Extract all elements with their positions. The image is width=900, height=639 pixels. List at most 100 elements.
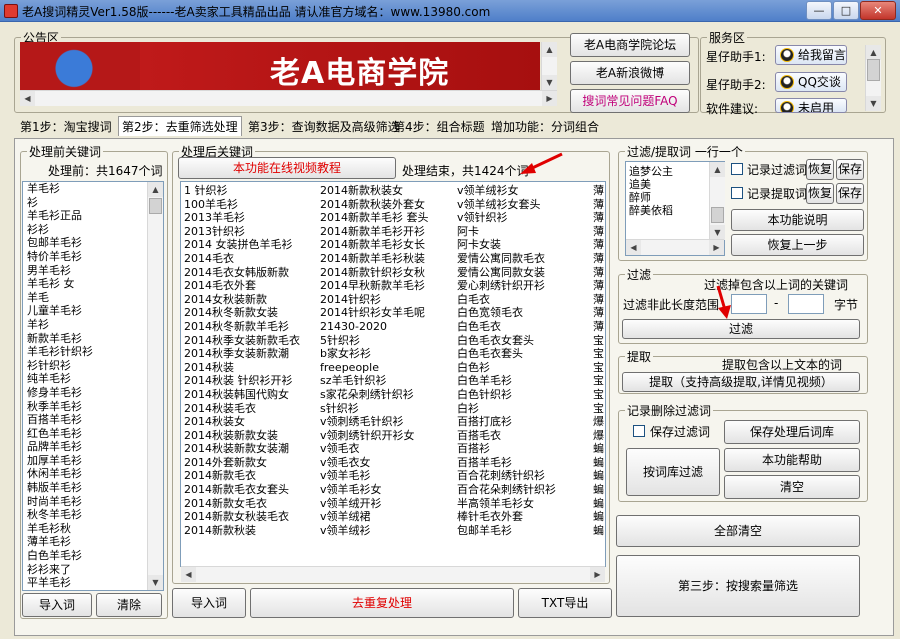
list-item[interactable]: 羊毛 xyxy=(25,291,163,305)
list-item[interactable]: 蝙 xyxy=(593,442,604,456)
list-item[interactable]: 白毛衣 xyxy=(457,293,556,307)
list-item[interactable]: 时尚羊毛衫 xyxy=(25,495,163,509)
list-item[interactable]: 2014秋装女 xyxy=(184,415,300,429)
list-item[interactable]: v领羊绒衫女 xyxy=(457,184,556,198)
list-item[interactable]: 2014新款羊毛衫 套头 xyxy=(320,211,429,225)
list-item[interactable]: 包邮羊毛衫 xyxy=(25,236,163,250)
banner[interactable]: 老A电商学院 xyxy=(20,42,540,90)
list-item[interactable]: 百搭羊毛衫 xyxy=(457,456,556,470)
list-item[interactable]: v领毛衣女 xyxy=(320,456,429,470)
list-item[interactable]: 衫衫来了 xyxy=(25,563,163,577)
maximize-button[interactable]: □ xyxy=(833,1,859,20)
scroll-up-icon[interactable]: ▲ xyxy=(148,182,163,197)
list-item[interactable]: 5针织衫 xyxy=(320,334,429,348)
list-item[interactable]: 2014女秋装新款 xyxy=(184,293,300,307)
list-item[interactable]: 爱情公寓同款毛衣 xyxy=(457,252,556,266)
weibo-button[interactable]: 老A新浪微博 xyxy=(570,61,690,85)
record-help-button[interactable]: 本功能帮助 xyxy=(724,448,860,472)
tab-segmentation[interactable]: 增加功能：分词组合 xyxy=(491,118,599,135)
scroll-up-icon[interactable]: ▲ xyxy=(710,162,725,177)
list-item[interactable]: 休闲羊毛衫 xyxy=(25,467,163,481)
before-scrollbar[interactable]: ▲ ▼ xyxy=(147,182,163,590)
after-list[interactable]: 1 针织衫 100羊毛衫 2013羊毛衫 2013针织衫 2014 女装拼色羊毛衫 201… xyxy=(180,181,606,567)
filter-words-scrollbar[interactable]: ▲ ▼ xyxy=(709,162,725,240)
scroll-thumb[interactable] xyxy=(867,59,880,81)
list-item[interactable]: v领羊绒衫 xyxy=(320,524,429,538)
filter-words-hscrollbar[interactable]: ◀ ▶ xyxy=(626,239,724,255)
list-item[interactable]: v领刺绣毛针织衫 xyxy=(320,415,429,429)
list-item[interactable]: 2014秋装韩国代购女 xyxy=(184,388,300,402)
scroll-thumb[interactable] xyxy=(711,207,724,223)
list-item[interactable]: 2014针织衫 xyxy=(320,293,429,307)
list-item[interactable]: 秋季羊毛衫 xyxy=(25,400,163,414)
list-item[interactable]: 21430-2020 xyxy=(320,320,429,334)
save-extract-button[interactable]: 保存 xyxy=(836,183,864,204)
list-item[interactable]: 白色毛衣女套头 xyxy=(457,334,556,348)
list-item[interactable]: 男羊毛衫 xyxy=(25,264,163,278)
list-item[interactable]: 薄 xyxy=(593,238,604,252)
scroll-left-icon[interactable]: ◀ xyxy=(20,91,35,106)
list-item[interactable]: 半高领羊毛衫女 xyxy=(457,497,556,511)
scroll-right-icon[interactable]: ▶ xyxy=(709,240,724,255)
list-item[interactable]: 2014秋装 针织衫开衫 xyxy=(184,374,300,388)
list-item[interactable]: 棒针毛衣外套 xyxy=(457,510,556,524)
list-item[interactable]: sz羊毛针织衫 xyxy=(320,374,429,388)
list-item[interactable]: 羊毛衫 xyxy=(25,182,163,196)
list-item[interactable]: v领针织衫 xyxy=(457,211,556,225)
list-item[interactable]: 2013针织衫 xyxy=(184,225,300,239)
list-item[interactable]: 2014新款毛衣女套头 xyxy=(184,483,300,497)
after-hscrollbar[interactable]: ◀ ▶ xyxy=(181,566,605,582)
undo-button[interactable]: 恢复上一步 xyxy=(731,234,864,256)
list-item[interactable]: 薄 xyxy=(593,266,604,280)
list-item[interactable]: 纯羊毛衫 xyxy=(25,372,163,386)
list-item[interactable]: 羊衫 xyxy=(25,318,163,332)
list-item[interactable]: 韩版羊毛衫 xyxy=(25,481,163,495)
list-item[interactable]: 修身羊毛衫 xyxy=(25,386,163,400)
scroll-left-icon[interactable]: ◀ xyxy=(626,240,641,255)
list-item[interactable]: 加厚羊毛衫 xyxy=(25,454,163,468)
list-item[interactable]: v领羊绒裙 xyxy=(320,510,429,524)
clear-all-button[interactable]: 全部清空 xyxy=(616,515,860,547)
list-item[interactable]: v领毛衣 xyxy=(320,442,429,456)
list-item[interactable]: 羊毛衫针织衫 xyxy=(25,345,163,359)
save-filter-button[interactable]: 保存 xyxy=(836,159,864,180)
list-item[interactable]: 白色毛衣套头 xyxy=(457,347,556,361)
list-item[interactable]: 宝 xyxy=(593,334,604,348)
scroll-up-icon[interactable]: ▲ xyxy=(866,45,881,60)
list-item[interactable]: 百搭衫 xyxy=(457,442,556,456)
list-item[interactable]: 2014新款秋装外套女 xyxy=(320,198,429,212)
min-length-input[interactable] xyxy=(731,294,767,314)
list-item[interactable]: 白色羊毛衫 xyxy=(457,374,556,388)
list-item[interactable]: 2014新款毛衣 xyxy=(184,469,300,483)
restore-filter-button[interactable]: 恢复 xyxy=(806,159,834,180)
list-item[interactable]: 新款羊毛衫 xyxy=(25,332,163,346)
before-list[interactable]: 羊毛衫衫羊毛衫正品 衫衫 包邮羊毛衫 特价羊毛衫 男羊毛衫 羊毛衫 女羊毛 儿童羊毛衫 羊衫新… xyxy=(22,181,164,591)
step3-button[interactable]: 第三步：按搜索量筛选 xyxy=(616,555,860,617)
leave-message-button[interactable]: 给我留言 xyxy=(775,45,847,65)
list-item[interactable]: 薄羊毛衫 xyxy=(25,535,163,549)
list-item[interactable]: 爱心刺绣针织开衫 xyxy=(457,279,556,293)
list-item[interactable]: 2014外套新款女 xyxy=(184,456,300,470)
before-import-button[interactable]: 导入词 xyxy=(22,593,92,617)
list-item[interactable]: 爱情公寓同款女装 xyxy=(457,266,556,280)
list-item[interactable]: s针织衫 xyxy=(320,402,429,416)
list-item[interactable]: s家花朵刺绣针织衫 xyxy=(320,388,429,402)
list-item[interactable]: 宝 xyxy=(593,347,604,361)
after-import-button[interactable]: 导入词 xyxy=(172,588,246,618)
list-item[interactable]: 2014新款女秋装毛衣 xyxy=(184,510,300,524)
list-item[interactable]: 1 针织衫 xyxy=(184,184,300,198)
list-item[interactable]: 白色针织衫 xyxy=(457,388,556,402)
list-item[interactable]: 薄 xyxy=(593,211,604,225)
list-item[interactable]: 宝 xyxy=(593,361,604,375)
list-item[interactable]: 2014秋装毛衣 xyxy=(184,402,300,416)
list-item[interactable]: 宝 xyxy=(593,374,604,388)
forum-button[interactable]: 老A电商学院论坛 xyxy=(570,33,690,57)
list-item[interactable]: 羊毛衫秋 xyxy=(25,522,163,536)
restore-extract-button[interactable]: 恢复 xyxy=(806,183,834,204)
list-item[interactable]: 白色衫 xyxy=(457,361,556,375)
list-item[interactable]: v领羊绒开衫 xyxy=(320,497,429,511)
banner-hscrollbar[interactable]: ◀ ▶ xyxy=(20,90,557,106)
list-item[interactable]: 2014秋装 xyxy=(184,361,300,375)
qq-chat-button[interactable]: QQ交谈 xyxy=(775,72,847,92)
tab-step2[interactable]: 第2步：去重筛选处理 xyxy=(118,116,242,136)
